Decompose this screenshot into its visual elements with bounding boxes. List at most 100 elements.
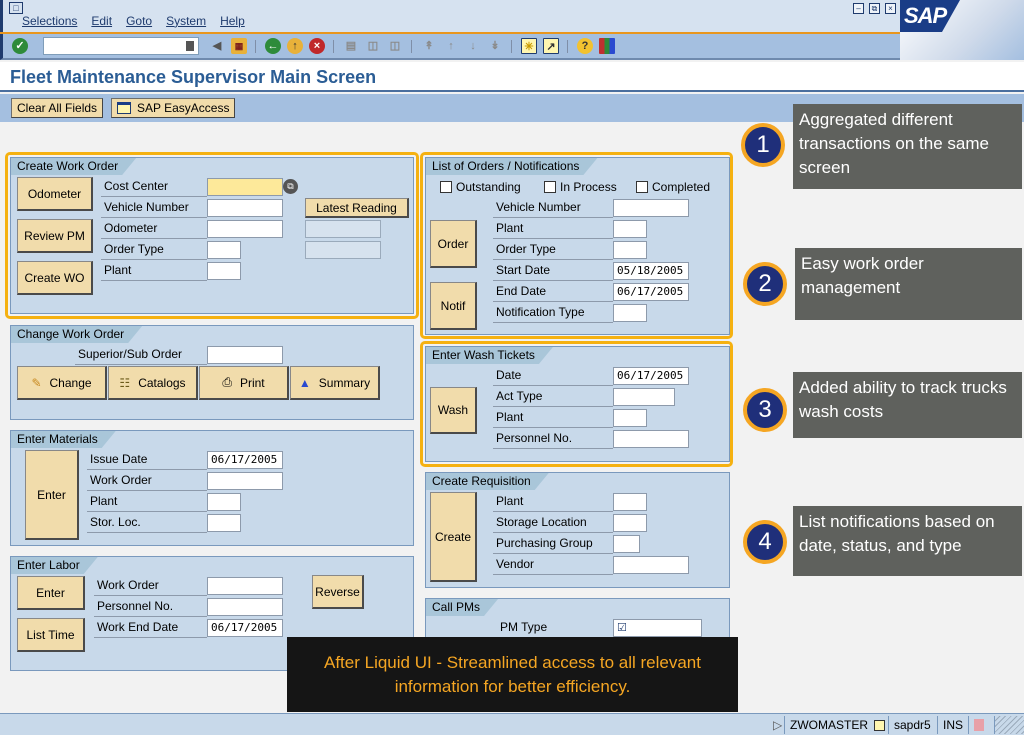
vendor-input[interactable]: [613, 556, 689, 574]
date-input[interactable]: 06/17/2005: [613, 367, 689, 385]
in-process-checkbox[interactable]: In Process: [544, 180, 617, 194]
command-field[interactable]: [43, 37, 199, 55]
latest-reading-value-1: [305, 220, 381, 238]
personnel-no-input[interactable]: [613, 430, 689, 448]
superior-sub-order-input[interactable]: [207, 346, 283, 364]
stor-loc-input[interactable]: [207, 514, 241, 532]
first-page-icon[interactable]: ↟: [421, 38, 437, 54]
order-button[interactable]: Order: [430, 220, 477, 268]
sap-easyaccess-label: SAP EasyAccess: [137, 101, 230, 115]
odometer-button[interactable]: Odometer: [17, 177, 93, 211]
checkbox-label: In Process: [560, 180, 617, 194]
menu-goto[interactable]: Goto: [126, 14, 152, 28]
issue-date-input[interactable]: 06/17/2005: [207, 451, 283, 469]
minimize-icon[interactable]: –: [853, 3, 864, 14]
catalogs-button[interactable]: ☷ Catalogs: [108, 366, 198, 400]
wash-button[interactable]: Wash: [430, 387, 477, 434]
resize-grip[interactable]: [994, 716, 1024, 734]
vehicle-number-input[interactable]: [613, 199, 689, 217]
checkbox-box[interactable]: [544, 181, 556, 193]
transaction-info-icon[interactable]: [874, 719, 885, 731]
change-label: Change: [49, 375, 92, 390]
create-session-icon[interactable]: ✳: [521, 38, 537, 54]
plant-input[interactable]: [207, 262, 241, 280]
latest-reading-button[interactable]: Latest Reading: [305, 198, 409, 218]
pm-type-input[interactable]: ☑: [613, 619, 702, 637]
cancel-icon[interactable]: ×: [309, 38, 325, 54]
completed-checkbox[interactable]: Completed: [636, 180, 710, 194]
list-time-button[interactable]: List Time: [17, 618, 85, 652]
save-icon[interactable]: ▦: [231, 38, 247, 54]
search-help-icon[interactable]: ⧉: [283, 179, 298, 194]
odometer-input[interactable]: [207, 220, 283, 238]
next-page-icon[interactable]: ↓: [465, 38, 481, 54]
storage-location-input[interactable]: [613, 514, 647, 532]
list-orders-group: List of Orders / Notifications Outstandi…: [425, 157, 730, 335]
find-icon[interactable]: ◫: [365, 38, 381, 54]
checkbox-box[interactable]: [440, 181, 452, 193]
create-wo-button[interactable]: Create WO: [17, 261, 93, 295]
enter-icon[interactable]: ✓: [12, 38, 28, 54]
notif-button[interactable]: Notif: [430, 282, 477, 330]
print-button[interactable]: ⎙ Print: [199, 366, 289, 400]
create-requisition-button[interactable]: Create: [430, 492, 477, 582]
enter-materials-button[interactable]: Enter: [25, 450, 79, 540]
start-date-input[interactable]: 05/18/2005: [613, 262, 689, 280]
work-end-date-input[interactable]: 06/17/2005: [207, 619, 283, 637]
last-page-icon[interactable]: ↡: [487, 38, 503, 54]
order-type-input[interactable]: [207, 241, 241, 259]
date-label: Date: [493, 366, 613, 386]
plant-input[interactable]: [613, 493, 647, 511]
personnel-no-input[interactable]: [207, 598, 283, 616]
shortcut-icon[interactable]: ↗: [543, 38, 559, 54]
restore-icon[interactable]: ⧉: [869, 3, 880, 14]
plant-input[interactable]: [613, 220, 647, 238]
clear-all-fields-button[interactable]: Clear All Fields: [11, 98, 104, 118]
plant-label: Plant: [493, 492, 613, 512]
layout-menu-icon[interactable]: [599, 38, 615, 54]
status-mode[interactable]: INS: [937, 716, 968, 734]
prev-page-icon[interactable]: ↑: [443, 38, 459, 54]
menu-system[interactable]: System: [166, 14, 206, 28]
work-order-input[interactable]: [207, 472, 283, 490]
vehicle-number-input[interactable]: [207, 199, 283, 217]
change-button[interactable]: ✎ Change: [17, 366, 107, 400]
find-next-icon[interactable]: ◫: [387, 38, 403, 54]
reverse-button[interactable]: Reverse: [312, 575, 364, 609]
menu-help[interactable]: Help: [220, 14, 245, 28]
notification-type-input[interactable]: [613, 304, 647, 322]
summary-label: Summary: [318, 375, 371, 390]
exit-icon[interactable]: ↑: [287, 38, 303, 54]
help-icon[interactable]: ?: [577, 38, 593, 54]
change-work-order-group: Change Work Order Superior/Sub Order ✎ Ch…: [10, 325, 414, 420]
cost-center-input[interactable]: [207, 178, 283, 196]
back-arrow-icon[interactable]: ◀: [209, 38, 225, 54]
act-type-label: Act Type: [493, 387, 613, 407]
act-type-input[interactable]: [613, 388, 675, 406]
purchasing-group-input[interactable]: [613, 535, 640, 553]
outstanding-checkbox[interactable]: Outstanding: [440, 180, 521, 194]
plant-input[interactable]: [207, 493, 241, 511]
summary-button[interactable]: ▲ Summary: [290, 366, 380, 400]
sap-easyaccess-button[interactable]: SAP EasyAccess: [111, 98, 236, 118]
back-icon[interactable]: ←: [265, 38, 281, 54]
system-menu-icon[interactable]: □: [9, 2, 23, 14]
work-order-input[interactable]: [207, 577, 283, 595]
command-history-icon[interactable]: [186, 41, 194, 51]
checkbox-box[interactable]: [636, 181, 648, 193]
close-icon[interactable]: ×: [885, 3, 896, 14]
catalogs-label: Catalogs: [138, 375, 186, 390]
catalog-icon: ☷: [119, 375, 131, 390]
menu-edit[interactable]: Edit: [91, 14, 112, 28]
plant-input[interactable]: [613, 409, 647, 427]
end-date-input[interactable]: 06/17/2005: [613, 283, 689, 301]
checkbox-label: Completed: [652, 180, 711, 194]
review-pm-button[interactable]: Review PM: [17, 219, 93, 253]
print-icon[interactable]: ▤: [343, 38, 359, 54]
menu-selections[interactable]: Selections: [22, 14, 77, 28]
enter-labor-button[interactable]: Enter: [17, 576, 85, 610]
group-title: Enter Wash Tickets: [426, 347, 553, 364]
order-type-input[interactable]: [613, 241, 647, 259]
latest-reading-value-2: [305, 241, 381, 259]
separator: [567, 40, 568, 53]
